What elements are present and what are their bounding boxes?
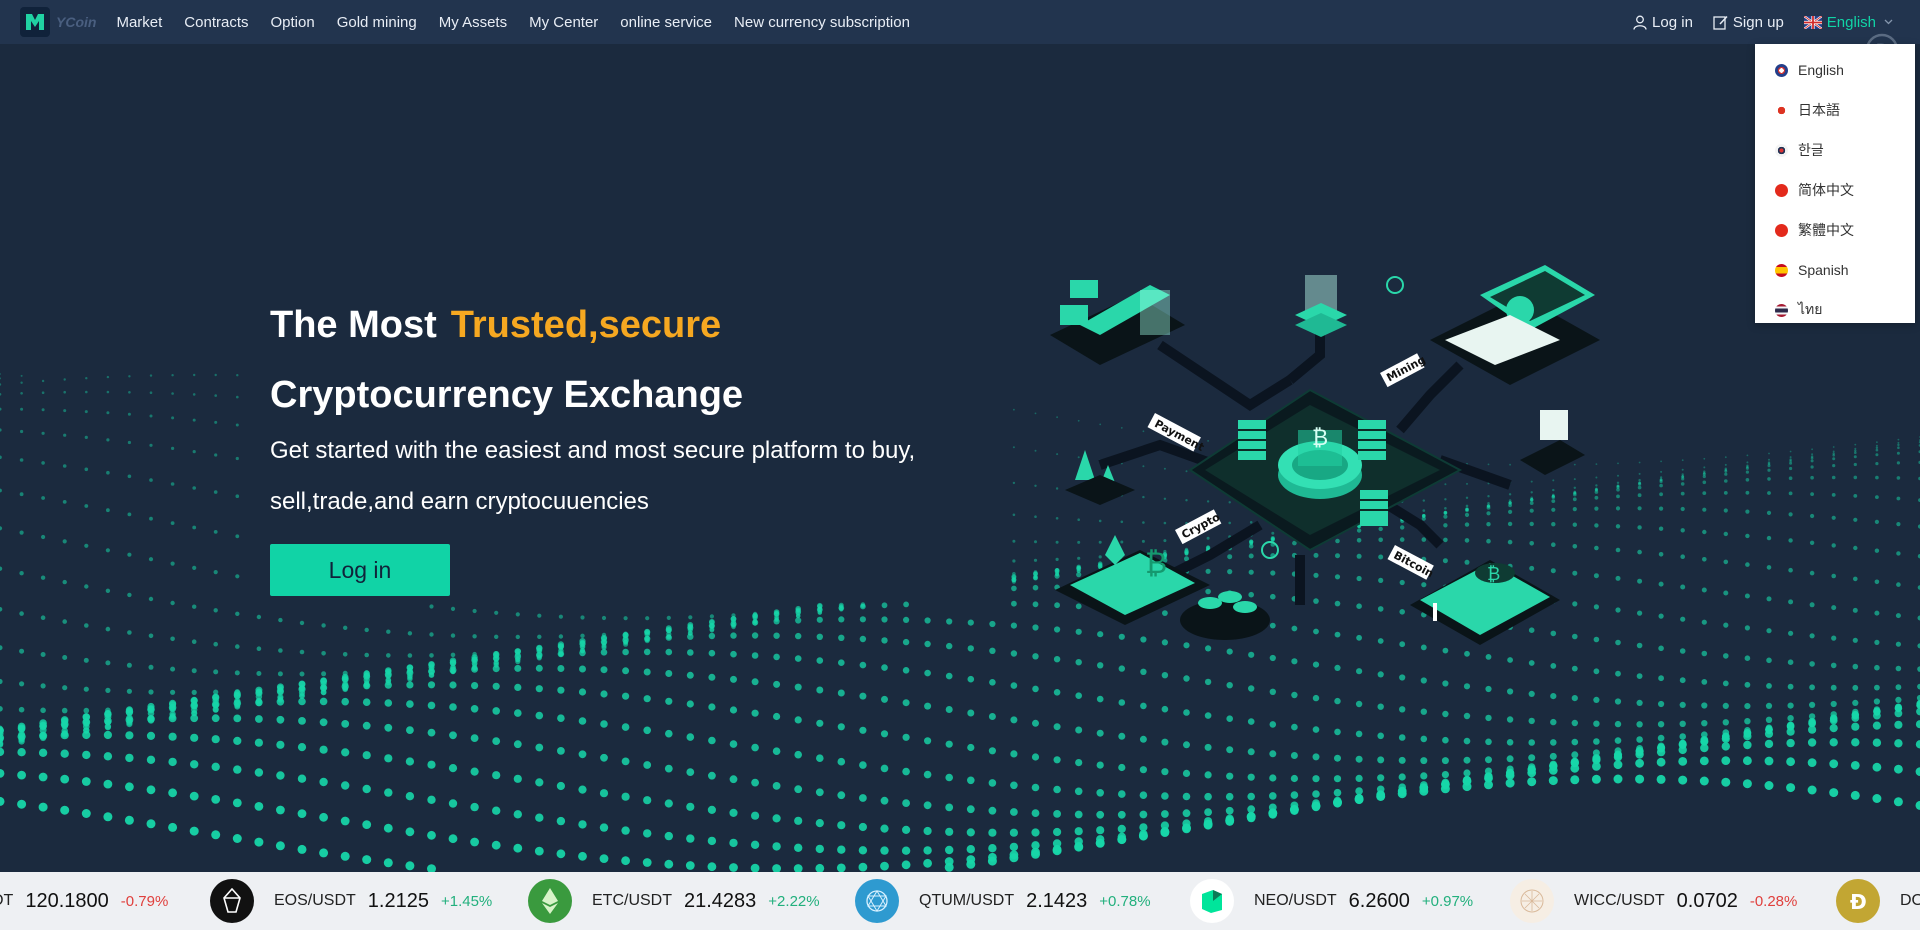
language-option[interactable]: English [1755,50,1915,90]
language-option-label: 繁體中文 [1798,222,1854,238]
ticker-price: 6.2600 [1348,889,1410,912]
ticker-item[interactable]: DT 120.1800 -0.79% [0,872,168,930]
language-option[interactable]: 日本語 [1755,90,1915,130]
svg-text:₿: ₿ [1487,564,1500,585]
hero-subtitle: Get started with the easiest and most se… [270,425,990,527]
edit-icon [1713,15,1728,30]
ticker-change: +2.22% [768,892,820,910]
ticker-pair: ETC/USDT [592,892,672,909]
nav-option[interactable]: Option [271,14,315,31]
kr-flag-icon [1775,143,1788,157]
cn-flag-icon [1775,183,1788,197]
ticker-pair: EOS/USDT [274,892,356,909]
signup-label: Sign up [1732,13,1784,31]
language-option[interactable]: Spanish [1755,250,1915,290]
neo-icon [1190,879,1234,923]
nav-my-assets[interactable]: My Assets [439,14,507,31]
ticker-pair: QTUM/USDT [919,892,1015,909]
top-navbar: YCoin Market Contracts Option Gold minin… [0,0,1920,44]
ticker-price: 0.0702 [1676,889,1738,912]
user-icon [1633,15,1647,30]
language-option-label: Spanish [1798,262,1849,278]
logo[interactable]: YCoin [20,7,96,37]
hero-subtitle-line2: sell,trade,and earn cryptocuuencies [270,488,649,515]
language-option-label: English [1798,62,1844,78]
logo-mark-icon [20,7,50,37]
nav-online-service[interactable]: online service [620,14,712,31]
ticker-item[interactable]: ETC/USDT 21.4283 +2.22% [528,872,820,930]
language-option[interactable]: ไทย [1755,290,1915,330]
language-option[interactable]: 繁體中文 [1755,210,1915,250]
chevron-down-icon [1884,19,1893,25]
wicc-icon [1510,879,1554,923]
ticker-item[interactable]: Ð DO [1836,872,1920,930]
svg-text:₿: ₿ [1145,546,1167,581]
doge-icon: Ð [1836,879,1880,923]
hero-title: The Most Trusted,secure Cryptocurrency Ex… [270,290,743,430]
nav-new-currency-subscription[interactable]: New currency subscription [734,14,910,31]
ticker-price: 21.4283 [684,889,757,912]
ticker-pair: NEO/USDT [1254,892,1337,909]
uk-flag-icon [1775,63,1788,77]
ticker-price: 1.2125 [367,889,429,912]
language-option[interactable]: 한글 [1755,130,1915,170]
uk-flag-icon [1803,15,1822,29]
ticker-change: +0.97% [1421,892,1474,910]
language-option-label: 한글 [1798,142,1824,158]
ticker-price: 120.1800 [25,889,109,912]
hero-title-accent: Trusted,secure [450,304,722,346]
login-link[interactable]: Log in [1633,14,1693,31]
nav-contracts[interactable]: Contracts [184,14,248,31]
ticker-change: +0.78% [1099,892,1151,910]
jp-flag-icon [1775,103,1788,117]
ticker-item[interactable]: QTUM/USDT 2.1423 +0.78% [855,872,1151,930]
language-option-label: ไทย [1798,301,1823,317]
hero-subtitle-line1: Get started with the easiest and most se… [270,437,916,464]
svg-text:Ð: Ð [1850,890,1867,913]
ticker-pair: DO [1900,892,1920,909]
hero-title-line2: Cryptocurrency Exchange [270,374,744,416]
language-option-label: 简体中文 [1798,182,1854,198]
th-flag-icon [1775,303,1788,317]
nav-right: Log in Sign up English [1613,0,1898,44]
nav-my-center[interactable]: My Center [529,14,598,31]
signup-link[interactable]: Sign up [1713,14,1784,31]
ticker-pair: DT [0,892,14,909]
ticker-change: -0.28% [1749,892,1798,910]
language-option-label: 日本語 [1798,102,1840,118]
nav-market[interactable]: Market [116,14,162,31]
logo-text: YCoin [56,14,97,30]
language-dropdown: English 日本語 한글 简体中文繁體中文 Spanish ไทย [1755,44,1915,323]
login-label: Log in [1652,13,1693,31]
es-flag-icon [1775,263,1788,277]
language-current-label: English [1826,13,1876,31]
price-ticker: DT 120.1800 -0.79% EOS/USDT 1.2125 +1.45% ETC/… [0,872,1920,930]
nav-gold-mining[interactable]: Gold mining [337,14,417,31]
eos-icon [210,879,254,923]
ticker-pair: WICC/USDT [1574,892,1665,909]
etc-icon [528,879,572,923]
ticker-change: -0.79% [120,892,169,910]
hero-title-prefix: The Most [270,304,437,346]
ticker-item[interactable]: WICC/USDT 0.0702 -0.28% [1510,872,1797,930]
ticker-item[interactable]: EOS/USDT 1.2125 +1.45% [210,872,492,930]
ticker-change: +1.45% [440,892,493,910]
qtum-icon [855,879,899,923]
language-selector[interactable]: English [1803,13,1898,31]
crypto-network-illustration: ₿ ₿ ₿ Payment Mining Crypto Bitcoin [1050,265,1600,645]
ticker-price: 2.1423 [1026,889,1088,912]
ticker-item[interactable]: NEO/USDT 6.2600 +0.97% [1190,872,1473,930]
hero-login-button[interactable]: Log in [270,544,450,596]
svg-text:₿: ₿ [1312,426,1328,451]
language-option[interactable]: 简体中文 [1755,170,1915,210]
cn-flag-icon [1775,223,1788,237]
